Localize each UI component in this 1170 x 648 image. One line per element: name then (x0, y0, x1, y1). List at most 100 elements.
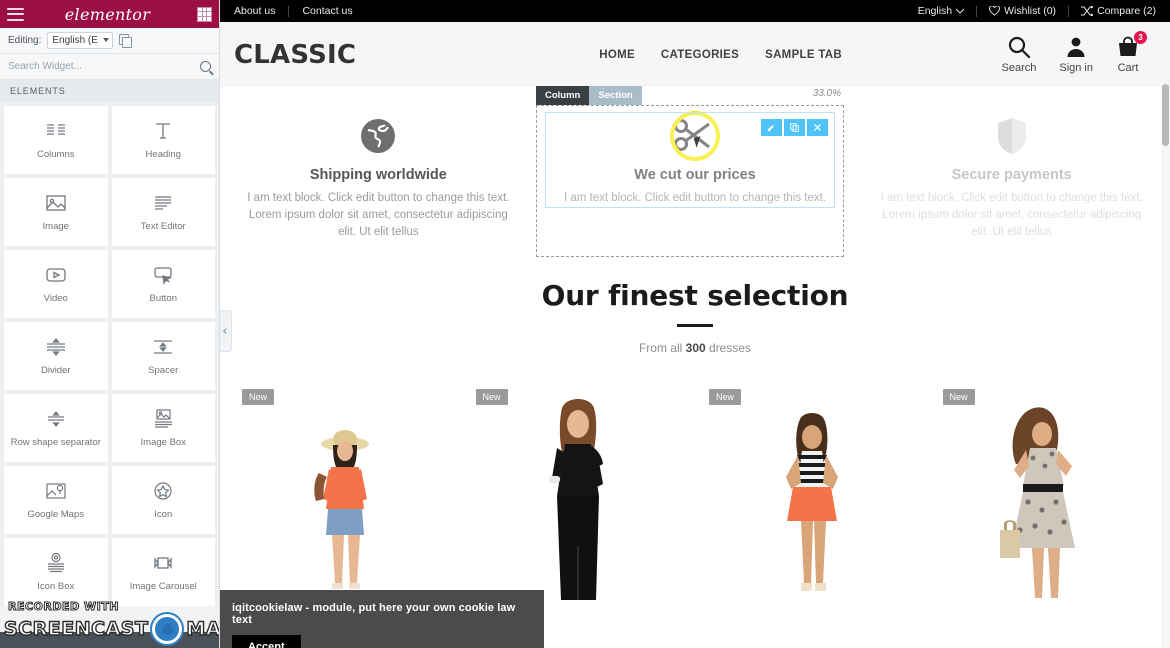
product-card[interactable]: New (929, 381, 1163, 611)
product-image (785, 413, 838, 591)
product-card[interactable]: New (228, 381, 462, 611)
globe-icon (244, 113, 513, 159)
image-box-icon (155, 409, 173, 428)
product-grid: New New New New (220, 381, 1170, 611)
divider-icon (46, 338, 65, 356)
language-select[interactable]: English (E (47, 32, 113, 49)
vertical-scrollbar[interactable] (1161, 22, 1170, 648)
status-badge: New (242, 389, 275, 405)
elementor-section-overlay[interactable]: Column Section 33.0% (536, 86, 844, 257)
button-icon (154, 267, 173, 285)
compare-icon (1081, 6, 1094, 16)
panel-collapse-handle[interactable] (220, 310, 232, 352)
spacer-icon (154, 340, 173, 354)
nav-home[interactable]: HOME (599, 49, 635, 61)
cart-action-label: Cart (1117, 62, 1139, 74)
main-navigation: HOME CATEGORIES SAMPLE TAB (599, 49, 842, 61)
grid-apps-icon[interactable] (196, 6, 212, 22)
search-icon[interactable] (200, 61, 211, 72)
topbar-link-about[interactable]: About us (234, 5, 288, 17)
pencil-icon (767, 125, 774, 132)
widget-label: Image (42, 221, 69, 232)
widget-button[interactable]: Button (111, 250, 215, 318)
widget-label: Image Box (140, 437, 186, 448)
image-icon (46, 195, 66, 211)
widget-image[interactable]: Image (4, 178, 108, 246)
widget-divider[interactable]: Divider (4, 322, 108, 390)
widget-columns[interactable]: Columns (4, 106, 108, 174)
finest-subtitle: From all 300 dresses (220, 341, 1170, 355)
widget-label: Text Editor (140, 221, 186, 232)
accept-button[interactable]: Accept (232, 635, 301, 648)
elementor-column-box[interactable] (545, 112, 835, 208)
signin-action-label: Sign in (1059, 62, 1093, 74)
row-shape-separator-icon (47, 411, 64, 427)
widget-spacer[interactable]: Spacer (111, 322, 215, 390)
columns-icon (46, 124, 65, 135)
widget-image-box[interactable]: Image Box (111, 394, 215, 462)
widget-grid: Columns Heading Image Text Editor Video … (0, 102, 219, 606)
topbar-link-contact[interactable]: Contact us (289, 5, 365, 17)
preview-canvas: About us Contact us English Wishlist (0)… (220, 0, 1170, 648)
search-action[interactable]: Search (1002, 35, 1036, 74)
feature-text: I am text block. Click edit button to ch… (880, 192, 1143, 238)
star-icon (154, 482, 172, 500)
widget-video[interactable]: Video (4, 250, 108, 318)
product-image (1000, 407, 1076, 598)
feature-payments: Secure payments I am text block. Click e… (853, 113, 1170, 241)
elementor-panel: elementor Editing: English (E ELEMENTS (0, 0, 220, 648)
product-card[interactable]: New (462, 381, 696, 611)
elementor-tabs: Column Section (536, 86, 642, 105)
widget-row-shape-separator[interactable]: Row shape separator (4, 394, 108, 462)
widget-label: Video (43, 293, 68, 304)
dress-count: 300 (685, 341, 706, 355)
wishlist-label: Wishlist (0) (1004, 5, 1057, 17)
subtitle-pre: From all (638, 341, 686, 355)
cart-action[interactable]: 3 Cart (1116, 31, 1147, 74)
editing-label: Editing: (8, 35, 42, 46)
duplicate-widget-button[interactable] (784, 119, 805, 136)
google-maps-icon (46, 483, 66, 499)
elements-section-title: ELEMENTS (0, 80, 219, 102)
site-logo[interactable]: CLASSIC (234, 40, 356, 70)
heart-icon (989, 6, 1001, 16)
widget-label: Icon Box (37, 581, 75, 592)
signin-action[interactable]: Sign in (1059, 35, 1093, 74)
widget-icon-box[interactable]: Icon Box (4, 538, 108, 606)
tab-section[interactable]: Section (589, 86, 642, 105)
product-card[interactable]: New (695, 381, 929, 611)
topbar-links: About us Contact us (234, 5, 366, 17)
site-topbar: About us Contact us English Wishlist (0)… (220, 0, 1170, 22)
scrollbar-thumb[interactable] (1162, 84, 1169, 146)
widget-label: Row shape separator (10, 437, 101, 448)
wishlist-link[interactable]: Wishlist (0) (977, 5, 1068, 17)
widget-google-maps[interactable]: Google Maps (4, 466, 108, 534)
status-badge: New (942, 389, 975, 405)
nav-categories[interactable]: CATEGORIES (661, 49, 739, 61)
edit-widget-button[interactable] (761, 119, 782, 136)
subtitle-post: dresses (705, 341, 752, 355)
compare-link[interactable]: Compare (2) (1069, 5, 1156, 17)
delete-widget-button[interactable] (807, 119, 828, 136)
feature-shipping: Shipping worldwide I am text block. Clic… (220, 113, 537, 241)
search-widget-bar (0, 54, 219, 80)
widget-controls (761, 119, 828, 136)
widget-icon[interactable]: Icon (111, 466, 215, 534)
status-badge: New (709, 389, 742, 405)
chevron-left-icon (222, 328, 229, 334)
panel-header: elementor (0, 0, 219, 28)
widget-image-carousel[interactable]: Image Carousel (111, 538, 215, 606)
duplicate-icon[interactable] (118, 34, 132, 48)
language-value: English (E (52, 35, 98, 46)
topbar-utilities: English Wishlist (0) Compare (2) (906, 5, 1156, 17)
elementor-logo: elementor (64, 4, 151, 24)
feature-text: I am text block. Click edit button to ch… (247, 192, 510, 238)
language-switcher[interactable]: English (906, 5, 976, 17)
elementor-editor-screen: elementor Editing: English (E ELEMENTS (0, 0, 1170, 648)
widget-text-editor[interactable]: Text Editor (111, 178, 215, 246)
widget-heading[interactable]: Heading (111, 106, 215, 174)
tab-column[interactable]: Column (536, 86, 590, 105)
hamburger-icon[interactable] (7, 7, 24, 21)
nav-sample-tab[interactable]: SAMPLE TAB (765, 49, 842, 61)
search-input[interactable] (8, 61, 200, 72)
